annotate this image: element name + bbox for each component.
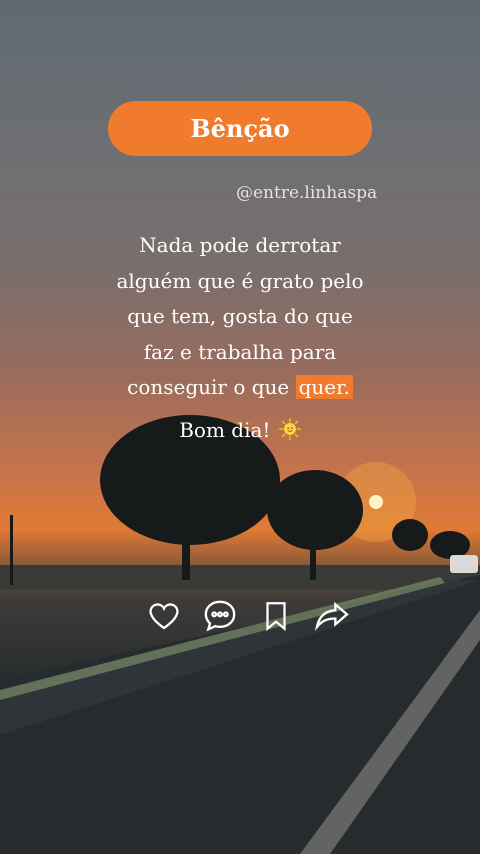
comment-button[interactable] (200, 596, 240, 636)
author-handle: @entre.linhaspa (236, 183, 378, 203)
greeting-line: Bom dia! (0, 418, 480, 442)
action-bar (144, 595, 352, 637)
post-title: Bênção (190, 114, 290, 143)
like-button[interactable] (144, 596, 184, 636)
share-button[interactable] (312, 596, 352, 636)
quote-line: que tem, gosta do que (127, 304, 353, 328)
save-button[interactable] (256, 596, 296, 636)
title-badge: Bênção (108, 101, 372, 156)
sun-emoji-icon (278, 418, 301, 440)
quote-line: conseguir o que (127, 375, 290, 399)
quote-line: Nada pode derrotar (139, 233, 341, 257)
bookmark-icon (266, 602, 286, 632)
quote-text: Nada pode derrotar alguém que é grato pe… (70, 228, 410, 406)
heart-icon (149, 603, 179, 630)
quote-line: alguém que é grato pelo (116, 268, 364, 293)
share-arrow-icon (314, 601, 349, 631)
comment-icon (204, 600, 236, 632)
greeting-text: Bom dia! (179, 418, 271, 442)
quote-line: faz e trabalha para (143, 339, 337, 364)
highlight-word: quer. (295, 375, 353, 399)
quote-line-last: conseguir o que quer. (70, 370, 410, 406)
